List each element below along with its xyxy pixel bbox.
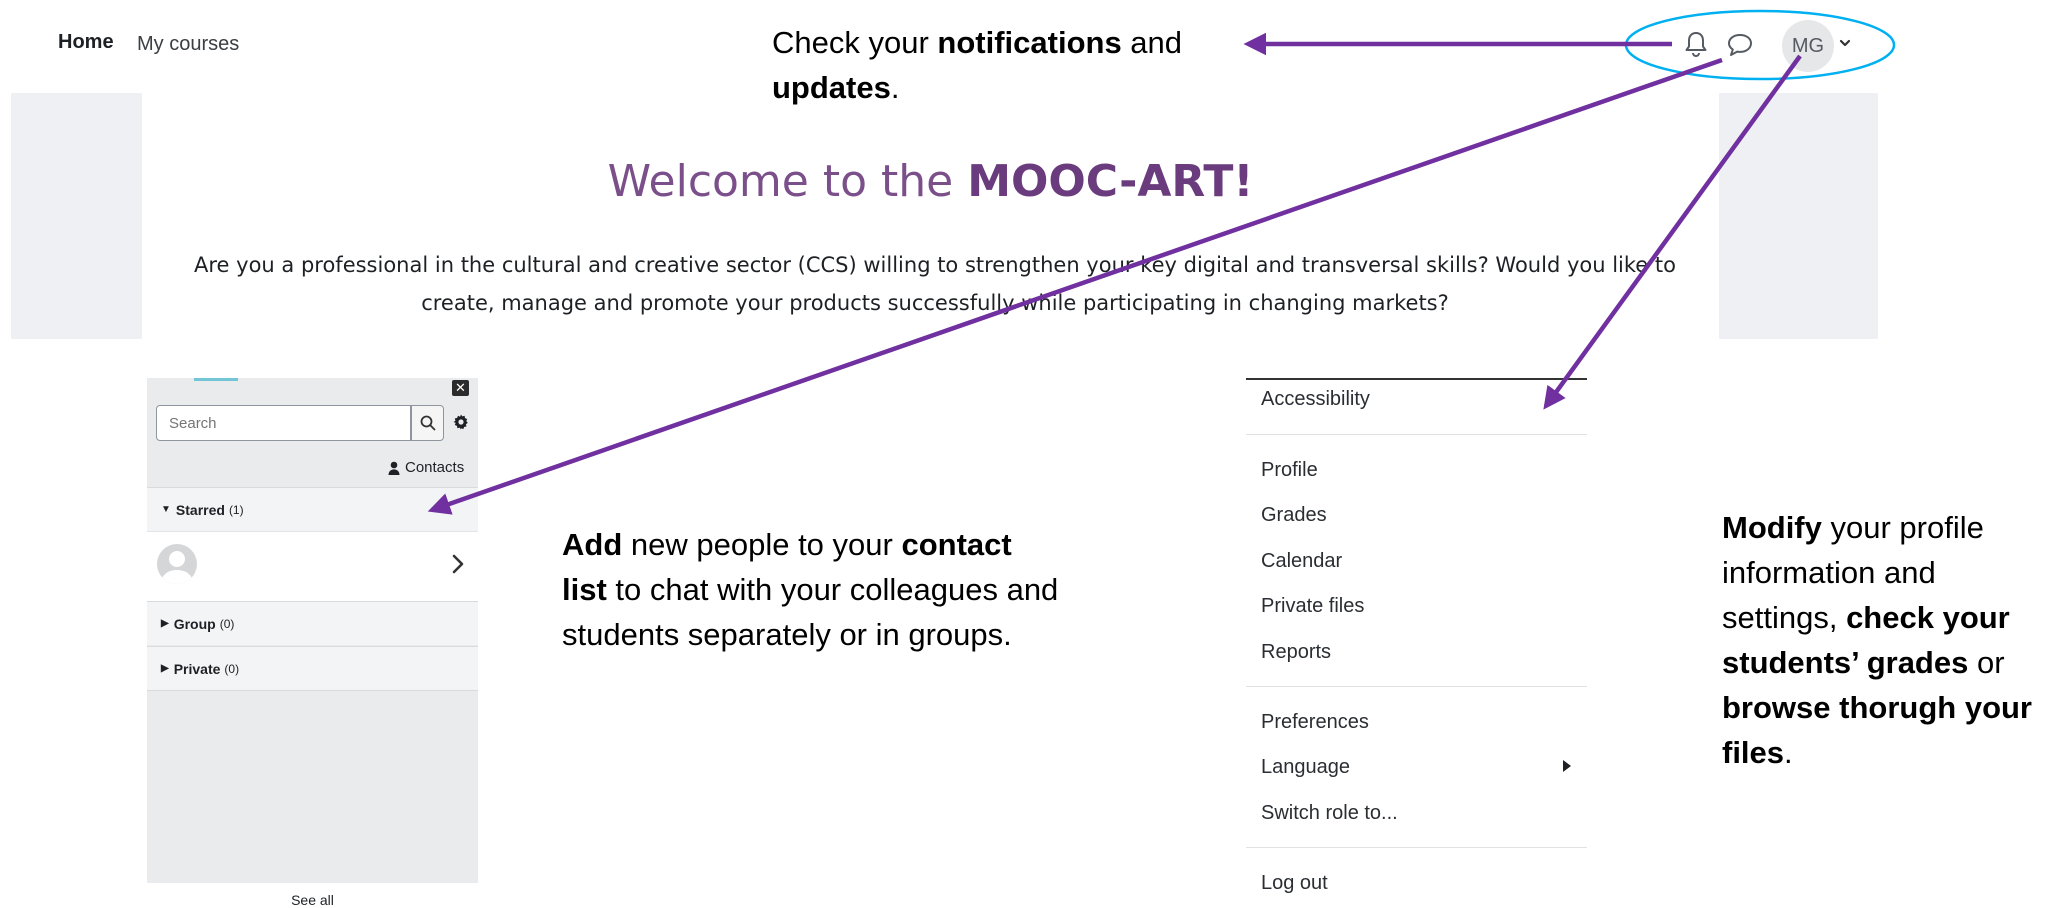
annotation-overlay [427,9,1896,515]
arrow-to-contacts-drawer [427,57,1723,515]
